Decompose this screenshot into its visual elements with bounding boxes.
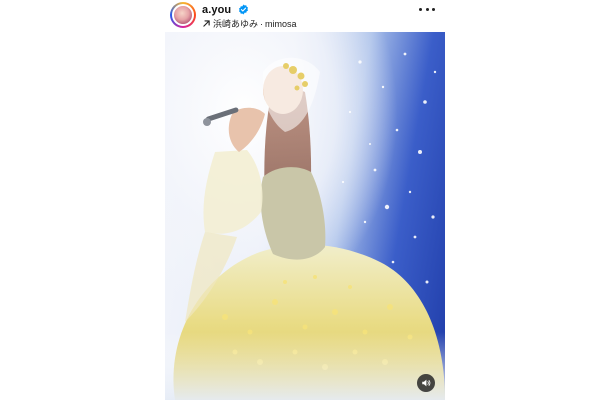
more-dot — [425, 7, 429, 11]
speaker-icon — [422, 379, 431, 387]
username[interactable]: a.you — [202, 4, 231, 16]
more-dot — [419, 7, 422, 11]
post-media[interactable] — [165, 32, 445, 400]
audio-artist: 浜崎あゆみ — [213, 19, 259, 29]
avatar[interactable] — [172, 4, 194, 26]
sound-toggle-button[interactable] — [417, 374, 435, 392]
verified-badge-icon — [238, 4, 249, 15]
audio-separator: · — [260, 18, 264, 29]
story-ring[interactable] — [170, 2, 196, 28]
performer-photo — [165, 32, 445, 400]
more-dot — [432, 7, 435, 11]
audio-track: mimosa — [265, 18, 297, 29]
audio-attribution[interactable]: 浜崎あゆみ · mimosa — [202, 17, 297, 30]
arrow-up-right-icon — [203, 20, 210, 27]
instagram-post: a.you 浜崎あゆみ · mimosa — [0, 0, 610, 400]
post-header: a.you 浜崎あゆみ · mimosa — [165, 0, 445, 32]
more-options-button[interactable] — [419, 6, 435, 12]
